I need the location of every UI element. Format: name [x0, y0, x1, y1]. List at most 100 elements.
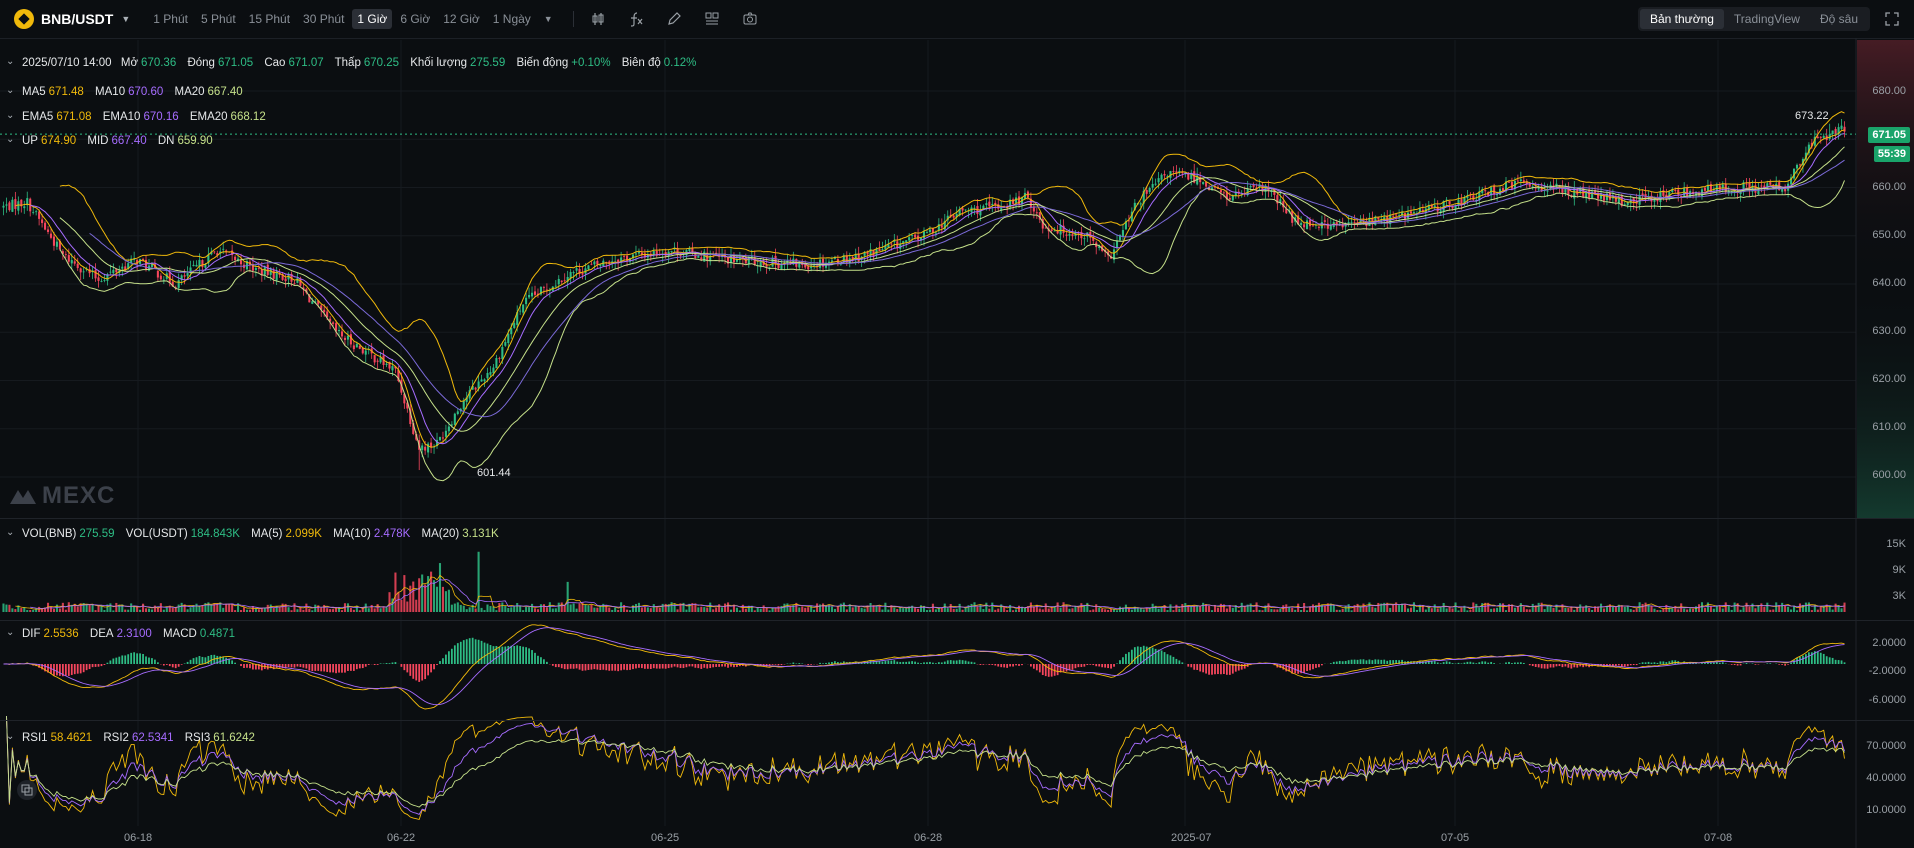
volume-bar	[1798, 603, 1802, 612]
volume-tick: 3K	[1892, 590, 1906, 602]
macd-histogram-bar	[1469, 661, 1472, 664]
candle-body	[82, 271, 85, 273]
macd-histogram-bar	[1778, 664, 1781, 665]
macd-histogram-bar	[471, 637, 474, 664]
macd-histogram-bar	[1629, 664, 1632, 666]
collapse-chevron-icon[interactable]: ⌄	[6, 110, 14, 121]
macd-histogram-bar	[899, 661, 902, 664]
macd-histogram-bar	[1163, 652, 1166, 664]
macd-histogram-bar	[350, 664, 352, 671]
volume-bar	[287, 607, 290, 612]
macd-histogram-bar	[1077, 664, 1080, 668]
macd-histogram-bar	[652, 664, 655, 669]
volume-bar	[759, 608, 762, 612]
volume-bar	[1460, 607, 1463, 612]
macd-histogram-bar	[412, 664, 415, 679]
volume-label: Khối lượng	[410, 57, 468, 69]
collapse-chevron-icon[interactable]: ⌄	[6, 56, 14, 67]
collapse-chevron-icon[interactable]: ⌄	[6, 85, 14, 96]
macd-histogram-bar	[709, 664, 712, 669]
macd-histogram-bar	[557, 664, 560, 668]
candle-body	[1448, 201, 1451, 205]
volume-bar	[257, 609, 260, 612]
macd-histogram-bar	[302, 664, 305, 668]
volume-bar	[949, 603, 952, 612]
volume-bar	[308, 608, 311, 612]
macd-histogram-bar	[620, 664, 623, 671]
candle-body	[519, 310, 522, 312]
volume-bar	[786, 603, 789, 612]
candle-body	[349, 334, 352, 345]
macd-histogram-bar	[246, 664, 248, 668]
macd-histogram-bar	[1214, 664, 1216, 675]
volume-bar	[103, 609, 106, 612]
macd-histogram-bar	[828, 662, 830, 664]
macd-histogram-bar	[207, 655, 210, 664]
volume-bar	[171, 607, 174, 612]
volume-bar	[403, 575, 406, 612]
volume-bar	[1433, 604, 1436, 612]
candle-body	[1537, 187, 1540, 190]
candle-body	[183, 275, 186, 277]
candle-body	[358, 345, 361, 349]
volume-bar	[1540, 602, 1543, 612]
candle-body	[11, 199, 14, 212]
candle-body	[922, 231, 926, 239]
candle-body	[441, 437, 444, 439]
macd-histogram-bar	[442, 658, 444, 664]
collapse-chevron-icon[interactable]: ⌄	[6, 731, 14, 742]
volume-bar	[1501, 603, 1505, 612]
collapse-chevron-icon[interactable]: ⌄	[6, 627, 14, 638]
macd-histogram-bar	[1445, 661, 1448, 664]
candle-body	[1050, 229, 1053, 232]
rsi3-value: 61.6242	[213, 732, 255, 744]
macd-histogram-bar	[1840, 660, 1843, 664]
volume-bar	[1712, 608, 1715, 612]
volume-bar	[1760, 603, 1763, 612]
macd-histogram-bar	[439, 661, 441, 664]
ma-legend: MA5 671.48 MA10 670.60 MA20 667.40	[22, 86, 251, 98]
macd-histogram-bar	[1805, 654, 1807, 664]
candle-body	[498, 358, 501, 360]
macd-histogram-bar	[314, 664, 317, 671]
collapse-chevron-icon[interactable]: ⌄	[6, 134, 14, 145]
macd-histogram-bar	[513, 645, 516, 664]
volume-bar	[1697, 604, 1701, 612]
macd-histogram-bar	[1561, 664, 1564, 668]
macd-histogram-bar	[1540, 664, 1543, 669]
macd-histogram-bar	[534, 652, 536, 664]
volume-bar	[272, 607, 275, 612]
macd-histogram-bar	[436, 664, 438, 666]
candle-body	[1507, 181, 1511, 183]
macd-histogram-bar	[554, 664, 557, 668]
volume-bar	[1344, 605, 1347, 612]
macd-histogram-bar	[1365, 660, 1368, 664]
mexc-logo-watermark: MEXC	[8, 482, 115, 510]
volume-bar	[1754, 608, 1757, 612]
macd-histogram-bar	[1374, 659, 1377, 664]
volume-bar	[1430, 608, 1433, 612]
macd-histogram-bar	[177, 664, 180, 667]
macd-histogram-bar	[777, 664, 780, 666]
macd-histogram-bar	[1701, 663, 1703, 664]
volume-bar	[1374, 607, 1377, 612]
volume-bar	[225, 603, 228, 612]
ma10-label: MA10	[95, 86, 126, 98]
collapse-chevron-icon[interactable]: ⌄	[6, 527, 14, 538]
macd-histogram-bar	[1457, 662, 1460, 664]
volume-bar	[902, 608, 905, 612]
macd-histogram-bar	[1083, 664, 1086, 667]
macd-histogram-bar	[896, 661, 899, 664]
macd-histogram-bar	[127, 654, 130, 664]
volume-bar	[1056, 602, 1059, 612]
macd-histogram-bar	[195, 657, 198, 664]
layers-icon[interactable]	[17, 780, 37, 800]
macd-histogram-bar	[367, 664, 370, 665]
volume-bar	[830, 606, 833, 612]
candle-body	[1433, 205, 1436, 208]
macd-histogram-bar	[278, 664, 281, 668]
volume-bar	[1365, 606, 1368, 612]
macd-histogram-bar	[231, 660, 234, 664]
candle-body	[46, 229, 50, 232]
macd-histogram-bar	[406, 664, 409, 673]
